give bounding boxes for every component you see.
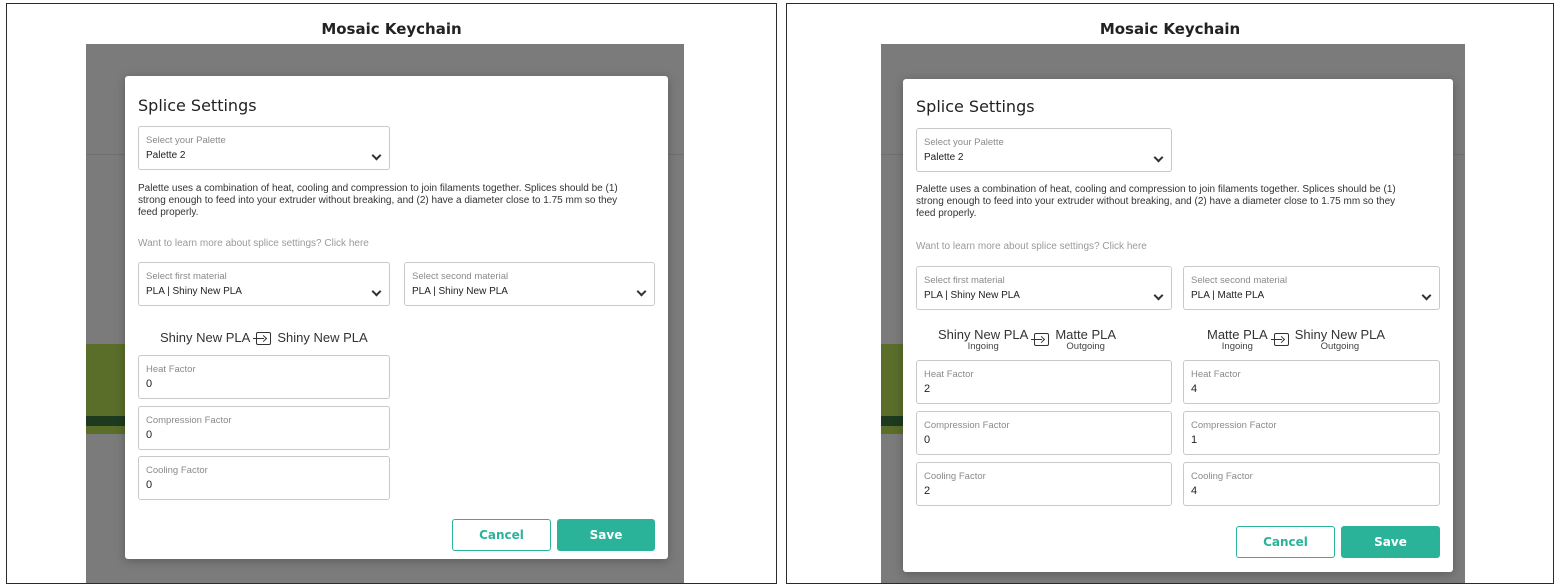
second-material-select[interactable]: Select second material PLA | Matte PLA [1183, 266, 1440, 310]
heat-factor-value: 4 [1191, 383, 1198, 395]
compression-factor-field[interactable]: Compression Factor 0 [138, 406, 390, 450]
ingoing-material: Shiny New PLA [160, 330, 251, 345]
first-material-select[interactable]: Select first material PLA | Shiny New PL… [138, 262, 390, 306]
chevron-down-icon [371, 286, 382, 297]
palette-select[interactable]: Select your Palette Palette 2 [916, 128, 1172, 172]
material-role: Outgoing [1066, 341, 1105, 352]
material-name: Shiny New PLA [938, 327, 1029, 342]
cooling-factor-value: 2 [924, 485, 931, 497]
first-material-label: Select first material [924, 275, 1005, 286]
first-material-select[interactable]: Select first material PLA | Shiny New PL… [916, 266, 1172, 310]
first-material-value: PLA | Shiny New PLA [924, 290, 1020, 301]
description-line: Palette uses a combination of heat, cool… [916, 184, 1396, 195]
material-role: Outgoing [1320, 341, 1360, 352]
palette-select[interactable]: Select your Palette Palette 2 [138, 126, 390, 170]
compression-factor-label: Compression Factor [924, 420, 1010, 431]
chevron-down-icon [371, 150, 382, 161]
heat-factor-field[interactable]: Heat Factor 2 [916, 360, 1172, 404]
splice-description: Palette uses a combination of heat, cool… [916, 184, 1396, 220]
ingoing-material: Matte PLA Ingoing [1207, 327, 1268, 352]
dialog-title: Splice Settings [916, 97, 1035, 116]
compression-factor-value: 0 [146, 429, 153, 441]
chevron-down-icon [1421, 290, 1432, 301]
dialog-title: Splice Settings [138, 96, 257, 115]
material-transition: Shiny New PLA Shiny New PLA [160, 330, 368, 346]
cooling-factor-label: Cooling Factor [146, 465, 208, 476]
description-line: feed properly. [916, 208, 977, 219]
swap-arrow-icon [253, 332, 272, 346]
first-material-label: Select first material [146, 271, 227, 282]
heat-factor-label: Heat Factor [924, 369, 974, 380]
palette-select-label: Select your Palette [924, 137, 1004, 148]
left-window: Mosaic Keychain Splice Settings Select y… [6, 3, 777, 584]
cooling-factor-value: 0 [146, 479, 153, 491]
save-button[interactable]: Save [1341, 526, 1440, 558]
compression-factor-label: Compression Factor [146, 415, 232, 426]
description-line: feed properly. [138, 207, 199, 218]
splice-settings-dialog: Splice Settings Select your Palette Pale… [125, 76, 668, 559]
splice-description: Palette uses a combination of heat, cool… [138, 183, 618, 219]
outgoing-material: Shiny New PLA Outgoing [1295, 327, 1385, 352]
first-material-value: PLA | Shiny New PLA [146, 286, 242, 297]
cooling-factor-field[interactable]: Cooling Factor 4 [1183, 462, 1440, 506]
chevron-down-icon [1153, 290, 1164, 301]
heat-factor-field[interactable]: Heat Factor 4 [1183, 360, 1440, 404]
material-role: Ingoing [1221, 341, 1253, 352]
learn-more-link[interactable]: Want to learn more about splice settings… [916, 241, 1147, 252]
app-title: Mosaic Keychain [321, 20, 462, 38]
compression-factor-value: 1 [1191, 434, 1198, 446]
app-title: Mosaic Keychain [1099, 20, 1241, 38]
description-line: strong enough to feed into your extruder… [138, 195, 618, 206]
palette-select-value: Palette 2 [924, 152, 964, 163]
cooling-factor-label: Cooling Factor [1191, 471, 1253, 482]
heat-factor-value: 0 [146, 378, 153, 390]
cooling-factor-field[interactable]: Cooling Factor 2 [916, 462, 1172, 506]
heat-factor-value: 2 [924, 383, 931, 395]
save-button[interactable]: Save [557, 519, 655, 551]
palette-select-label: Select your Palette [146, 135, 226, 146]
compression-factor-field[interactable]: Compression Factor 1 [1183, 411, 1440, 455]
right-window: Mosaic Keychain Splice Settings Select y… [786, 3, 1554, 584]
chevron-down-icon [1153, 152, 1164, 163]
outgoing-material: Shiny New PLA [277, 330, 368, 345]
heat-factor-label: Heat Factor [146, 364, 196, 375]
material-name: Matte PLA [1207, 327, 1268, 342]
material-name: Matte PLA [1055, 327, 1117, 342]
material-transition-b: Matte PLA Ingoing Shiny New PLA Outgoing [1207, 327, 1385, 352]
cancel-button[interactable]: Cancel [1236, 526, 1335, 558]
heat-factor-field[interactable]: Heat Factor 0 [138, 355, 390, 399]
second-material-label: Select second material [412, 271, 509, 282]
second-material-value: PLA | Matte PLA [1191, 290, 1265, 301]
cooling-factor-value: 4 [1191, 485, 1198, 497]
compression-factor-value: 0 [924, 434, 931, 446]
outgoing-material: Matte PLA Outgoing [1055, 327, 1116, 352]
second-material-value: PLA | Shiny New PLA [412, 286, 508, 297]
heat-factor-label: Heat Factor [1191, 369, 1241, 380]
description-line: Palette uses a combination of heat, cool… [138, 183, 618, 194]
cooling-factor-label: Cooling Factor [924, 471, 986, 482]
second-material-select[interactable]: Select second material PLA | Shiny New P… [404, 262, 655, 306]
splice-settings-dialog: Splice Settings Select your Palette Pale… [903, 79, 1453, 572]
learn-more-link[interactable]: Want to learn more about splice settings… [138, 238, 369, 249]
second-material-label: Select second material [1191, 275, 1288, 286]
material-transition-a: Shiny New PLA Ingoing Matte PLA Outgoing [938, 327, 1116, 352]
cooling-factor-field[interactable]: Cooling Factor 0 [138, 456, 390, 500]
cancel-button[interactable]: Cancel [452, 519, 551, 551]
material-name: Shiny New PLA [1294, 327, 1386, 342]
ingoing-material: Shiny New PLA Ingoing [938, 327, 1028, 352]
compression-factor-label: Compression Factor [1191, 420, 1277, 431]
chevron-down-icon [636, 286, 647, 297]
swap-arrow-icon [1270, 333, 1289, 346]
description-line: strong enough to feed into your extruder… [916, 196, 1396, 207]
compression-factor-field[interactable]: Compression Factor 0 [916, 411, 1172, 455]
swap-arrow-icon [1031, 333, 1050, 346]
palette-select-value: Palette 2 [146, 150, 186, 161]
material-role: Ingoing [967, 341, 999, 352]
